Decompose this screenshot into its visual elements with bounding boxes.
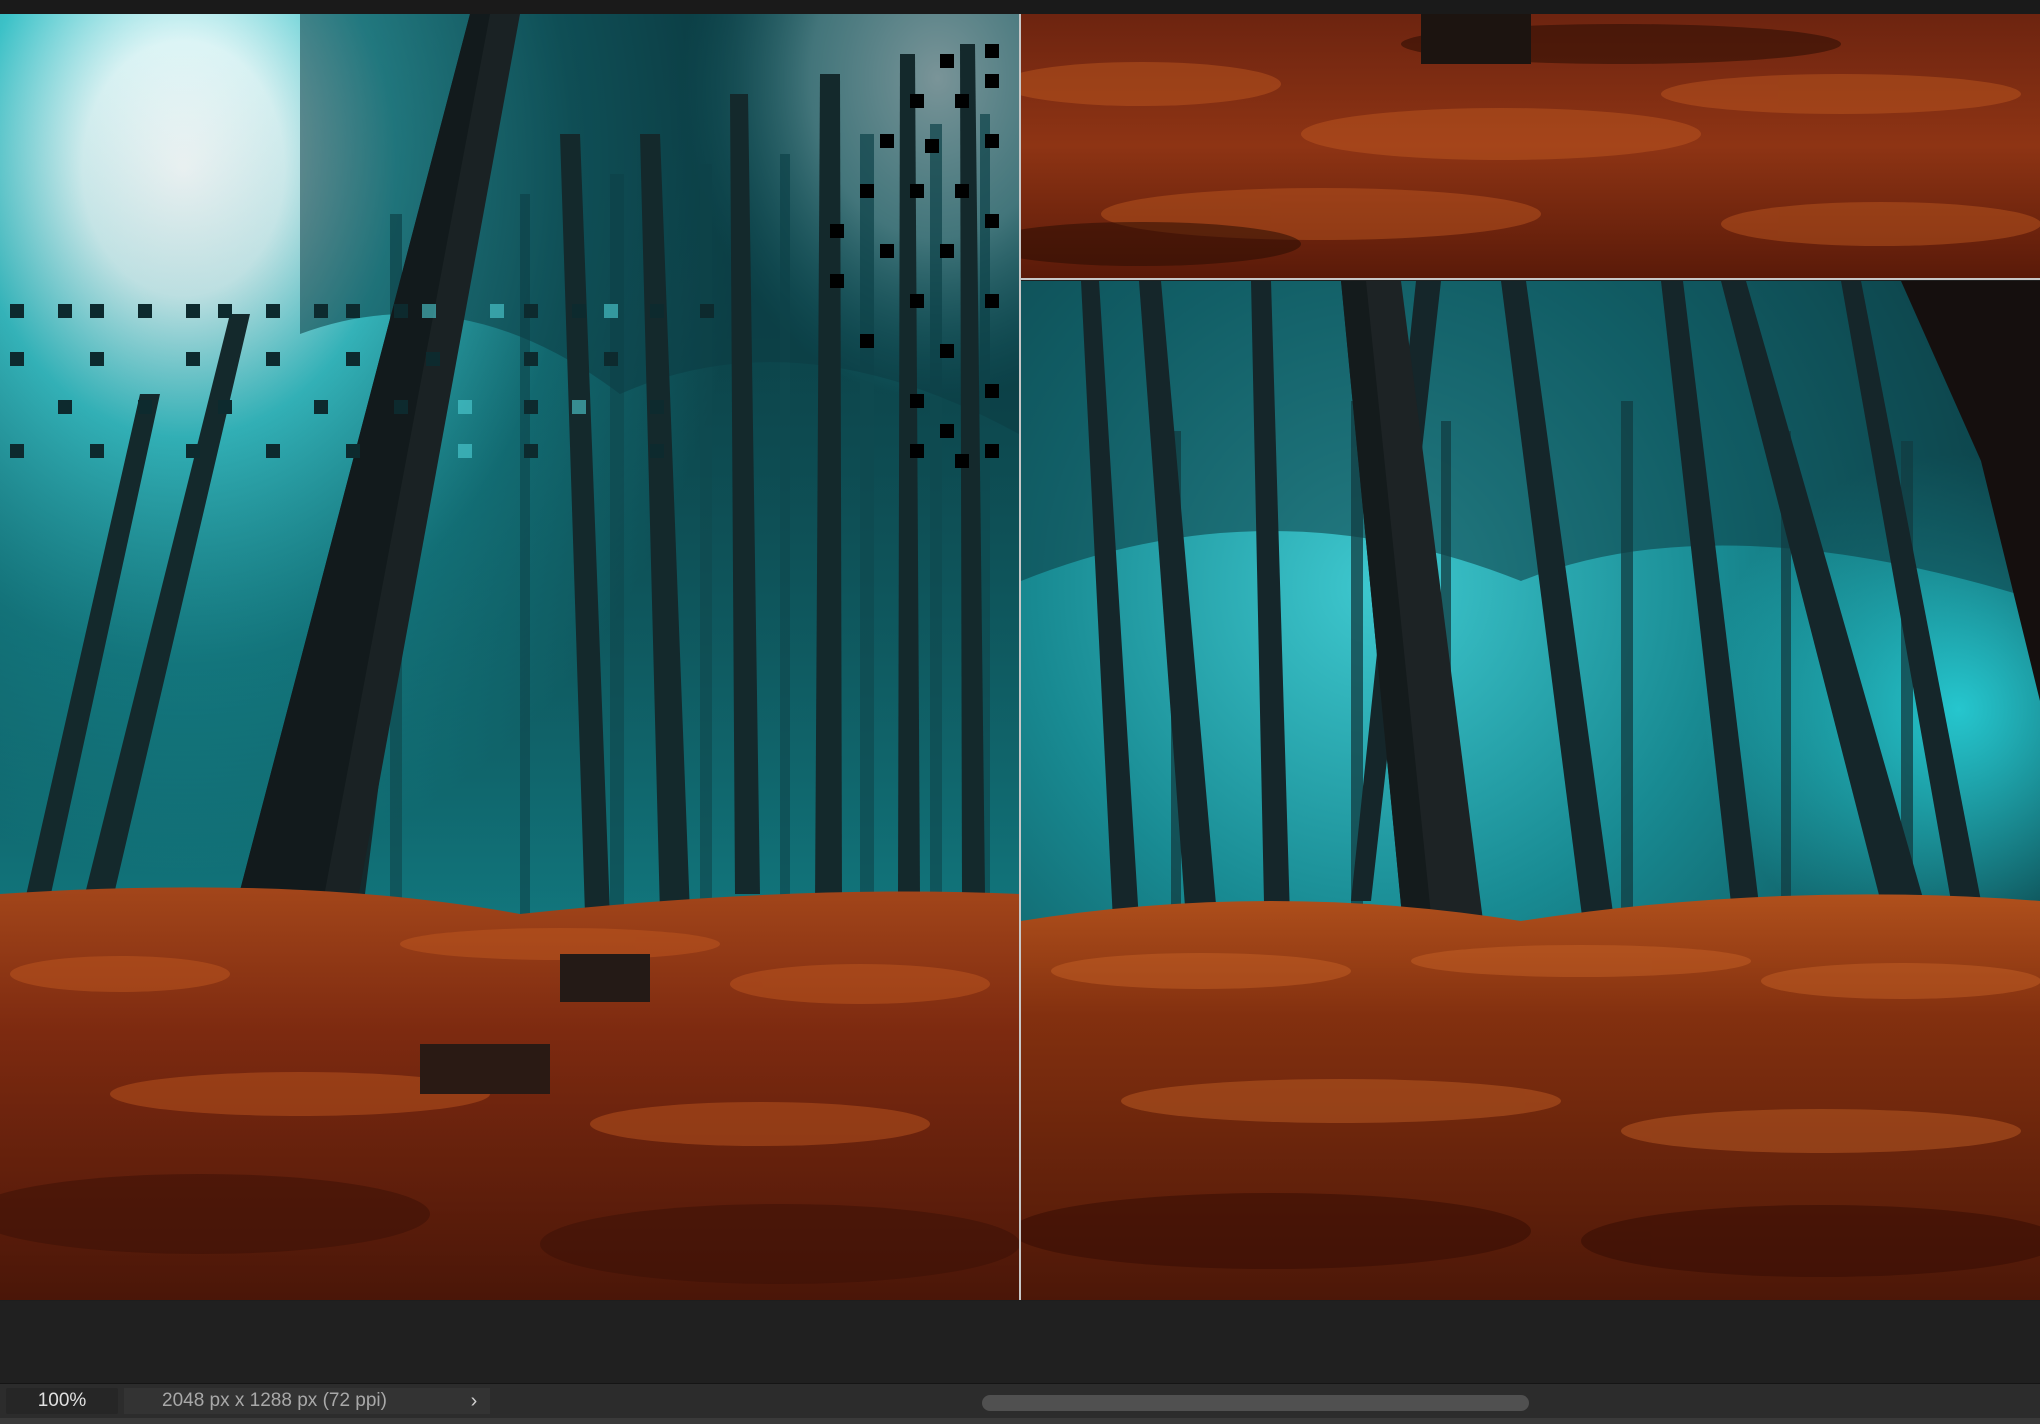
image-panel-top-right[interactable] xyxy=(1021,14,2040,278)
forest-floor-image xyxy=(1021,14,2040,278)
zoom-level-field[interactable]: 100% xyxy=(6,1388,118,1414)
chevron-right-icon[interactable]: › xyxy=(460,1388,488,1414)
horizontal-scrollbar-thumb[interactable] xyxy=(982,1395,1529,1411)
image-panel-left[interactable] xyxy=(0,14,1019,1300)
image-panel-bottom-right[interactable] xyxy=(1021,281,2040,1300)
window-bottom-edge xyxy=(0,1418,2040,1424)
panel-divider-horizontal xyxy=(1021,278,2040,280)
document-canvas[interactable] xyxy=(0,0,2040,1300)
document-info-text[interactable]: 2048 px x 1288 px (72 ppi) xyxy=(124,1388,490,1414)
canvas-top-edge xyxy=(0,0,2040,14)
status-bar: 100% 2048 px x 1288 px (72 ppi) › xyxy=(0,1383,2040,1418)
forest-image-right xyxy=(1021,281,2040,1300)
canvas-empty-area xyxy=(0,1301,2040,1383)
forest-image-left xyxy=(0,14,1019,1300)
